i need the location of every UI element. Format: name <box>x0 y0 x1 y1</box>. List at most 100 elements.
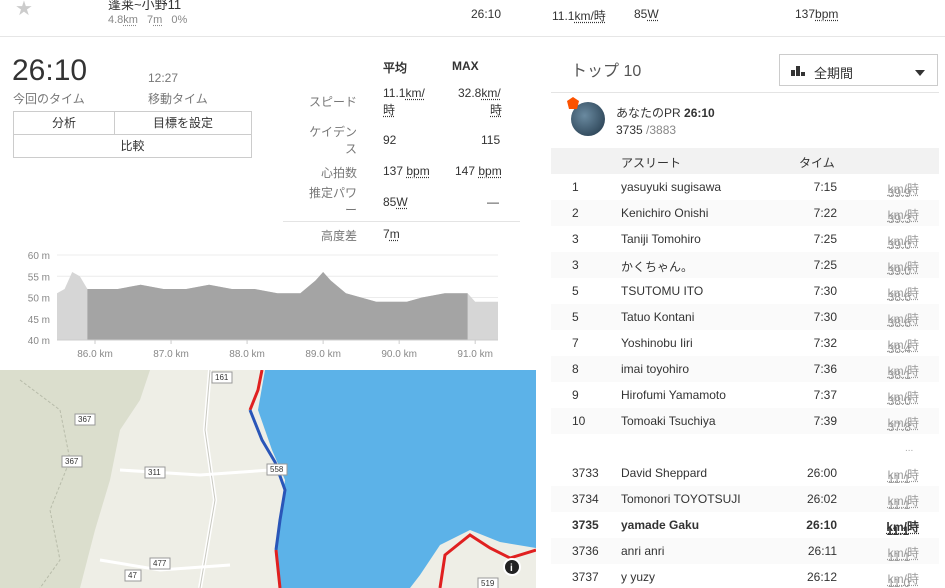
row-athlete-name[interactable]: Tomonori TOYOTSUJI <box>621 492 741 506</box>
leaderboard-row[interactable]: 1 yasuyuki sugisawa 7:15 39.9 km/時 <box>551 174 939 200</box>
chevron-down-icon <box>915 65 925 79</box>
leaderboard-row[interactable]: 3 かくちゃん。 7:25 39.0 km/時 <box>551 252 939 278</box>
set-goal-button[interactable]: 目標を設定 <box>114 111 252 135</box>
elapsed-time: 26:10 <box>12 54 87 88</box>
star-icon[interactable]: ★ <box>15 0 33 21</box>
row-speed: 38.0 km/時 <box>851 388 919 405</box>
stats-divider <box>283 221 520 222</box>
elevation-area-segment <box>57 272 498 340</box>
leaderboard-row[interactable]: 3733 David Sheppard 26:00 11.1 km/時 <box>551 460 939 486</box>
row-athlete-name[interactable]: Yoshinobu Iiri <box>621 336 693 350</box>
row-rank: 3 <box>572 232 579 246</box>
row-rank: 3 <box>572 258 579 272</box>
row-time: 7:25 <box>791 232 837 246</box>
elev-val: 7m <box>383 227 400 241</box>
stats-head-max: MAX <box>452 59 479 73</box>
row-speed: 37.8 km/時 <box>851 414 919 431</box>
pr-badge-icon <box>567 97 579 112</box>
segment-map[interactable]: 161 367 367 311 558 477 47 519 i <box>0 370 536 588</box>
row-athlete-name[interactable]: Kenichiro Onishi <box>621 206 708 220</box>
segment-name[interactable]: 蓬莱~小野11 <box>108 0 181 13</box>
row-athlete-name[interactable]: anri anri <box>621 544 664 558</box>
moving-time: 12:27 <box>148 71 178 85</box>
row-rank: 9 <box>572 388 579 402</box>
leaderboard-row[interactable]: 10 Tomoaki Tsuchiya 7:39 37.8 km/時 <box>551 408 939 434</box>
row-athlete-name[interactable]: yamade Gaku <box>621 518 699 532</box>
segment-elev: 7m <box>147 14 162 26</box>
leaderboard-row[interactable]: 5 TSUTOMU ITO 7:30 38.6 km/時 <box>551 278 939 304</box>
hr-avg: 137 bpm <box>383 164 430 178</box>
pr-rank: 3735 /3883 <box>616 123 676 137</box>
leaderboard-row[interactable]: 3737 y yuzy 26:12 11.0 km/時 <box>551 564 939 588</box>
cadence-max: 115 <box>481 133 500 147</box>
leaderboard-row[interactable]: 2 Kenichiro Onishi 7:22 39.3 km/時 <box>551 200 939 226</box>
row-rank: 5 <box>572 284 579 298</box>
power-label: 推定パワー <box>277 185 357 219</box>
row-time: 7:32 <box>791 336 837 350</box>
row-athlete-name[interactable]: yasuyuki sugisawa <box>621 180 721 194</box>
analysis-button[interactable]: 分析 <box>13 111 115 135</box>
road-label: 47 <box>128 571 137 580</box>
x-tick-label: 89.0 km <box>305 349 341 360</box>
leaderboard-row[interactable]: 5 Tatuo Kontani 7:30 38.6 km/時 <box>551 304 939 330</box>
row-speed: 11.1 km/時 <box>851 492 919 509</box>
row-rank: 5 <box>572 310 579 324</box>
row-speed: 38.6 km/時 <box>851 310 919 327</box>
elevation-chart: 60 m 55 m 50 m 45 m 40 m 86.0 km 87.0 km 88.0 … <box>20 248 505 363</box>
row-athlete-name[interactable]: imai toyohiro <box>621 362 689 376</box>
row-speed: 39.3 km/時 <box>851 206 919 223</box>
row-time: 26:00 <box>791 466 837 480</box>
row-time: 7:36 <box>791 362 837 376</box>
leaderboard-row[interactable]: 3735 yamade Gaku 26:10 11.1 km/時 <box>551 512 939 538</box>
row-speed: 39.9 km/時 <box>851 180 919 197</box>
period-label: 全期間 <box>814 63 853 82</box>
leaderboard-row[interactable]: 3 Taniji Tomohiro 7:25 39.0 km/時 <box>551 226 939 252</box>
period-dropdown[interactable]: 全期間 <box>779 54 938 86</box>
row-speed: 38.6 km/時 <box>851 284 919 301</box>
leaderboard-row[interactable]: 3734 Tomonori TOYOTSUJI 26:02 11.1 km/時 <box>551 486 939 512</box>
row-time: 7:37 <box>791 388 837 402</box>
row-rank: 3734 <box>572 492 599 506</box>
row-speed: 38.4 km/時 <box>851 336 919 353</box>
leaderboard-row[interactable]: 3736 anri anri 26:11 11.1 km/時 <box>551 538 939 564</box>
compare-button[interactable]: 比較 <box>13 134 252 158</box>
road-label: 558 <box>270 465 284 474</box>
x-tick-label: 90.0 km <box>381 349 417 360</box>
row-athlete-name[interactable]: Tatuo Kontani <box>621 310 694 324</box>
road-label: 519 <box>481 579 495 588</box>
leaderboard-header: アスリート タイム <box>551 148 939 174</box>
row-athlete-name[interactable]: TSUTOMU ITO <box>621 284 703 298</box>
row-time: 26:02 <box>791 492 837 506</box>
cadence-avg: 92 <box>383 133 396 147</box>
row-speed: 11.1 km/時 <box>851 544 919 561</box>
athlete-column-header: アスリート <box>621 154 681 171</box>
row-speed: 38.1 km/時 <box>851 362 919 379</box>
power-max: — <box>487 195 499 209</box>
x-tick-label: 87.0 km <box>153 349 189 360</box>
leaderboard-row[interactable]: 8 imai toyohiro 7:36 38.1 km/時 <box>551 356 939 382</box>
leaderboard-row[interactable]: 9 Hirofumi Yamamoto 7:37 38.0 km/時 <box>551 382 939 408</box>
x-tick-label: 91.0 km <box>457 349 493 360</box>
power-avg: 85W <box>383 195 408 209</box>
stats-head-avg: 平均 <box>383 59 407 76</box>
leaderboard-row[interactable]: 7 Yoshinobu Iiri 7:32 38.4 km/時 <box>551 330 939 356</box>
row-rank: 8 <box>572 362 579 376</box>
y-tick-label: 55 m <box>28 272 50 283</box>
road-label: 311 <box>148 468 161 477</box>
segment-speed: 11.1km/時 <box>552 7 606 24</box>
road-label: 161 <box>215 373 229 382</box>
speed-label: スピード <box>277 93 357 110</box>
row-rank: 2 <box>572 206 579 220</box>
leaderboard-title: トップ 10 <box>571 57 641 81</box>
row-athlete-name[interactable]: かくちゃん。 <box>621 258 693 275</box>
row-athlete-name[interactable]: Taniji Tomohiro <box>621 232 701 246</box>
segment-time: 26:10 <box>471 7 501 21</box>
row-athlete-name[interactable]: David Sheppard <box>621 466 707 480</box>
row-athlete-name[interactable]: Hirofumi Yamamoto <box>621 388 726 402</box>
y-tick-label: 45 m <box>28 315 50 326</box>
time-column-header: タイム <box>799 154 835 171</box>
road-label: 367 <box>65 457 79 466</box>
row-athlete-name[interactable]: Tomoaki Tsuchiya <box>621 414 716 428</box>
segment-power: 85W <box>634 7 659 21</box>
row-athlete-name[interactable]: y yuzy <box>621 570 655 584</box>
